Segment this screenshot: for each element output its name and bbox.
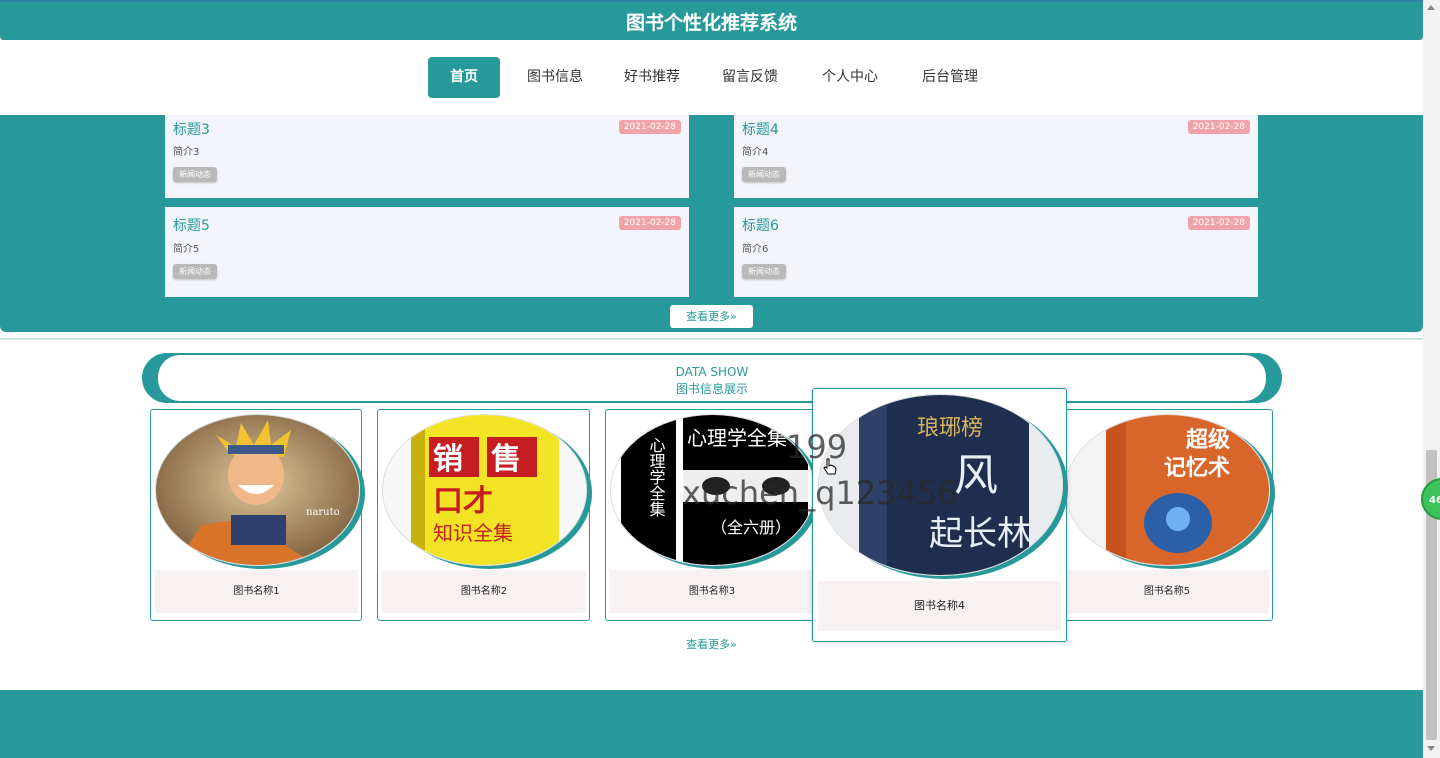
news-tag: 新闻动态 <box>742 264 786 279</box>
news-title[interactable]: 标题4 <box>742 119 779 139</box>
book-name[interactable]: 图书名称3 <box>610 570 814 613</box>
news-tag: 新闻动态 <box>173 167 217 182</box>
nav-item-home[interactable]: 首页 <box>428 57 500 98</box>
book-card[interactable]: naruto 图书名称1 <box>150 409 362 621</box>
site-title: 图书个性化推荐系统 <box>625 12 797 34</box>
data-show-title-en: DATA SHOW <box>675 365 749 379</box>
book-cover-text: 记忆术 <box>1164 455 1230 481</box>
news-title[interactable]: 标题6 <box>742 215 779 235</box>
main-nav: 首页 图书信息 好书推荐 留言反馈 个人中心 后台管理 <box>0 40 1423 115</box>
data-show-header-inner: DATA SHOW 图书信息展示 <box>158 355 1266 401</box>
nav-item-book-info[interactable]: 图书信息 <box>515 57 595 98</box>
section-divider <box>0 338 1423 340</box>
book-cover-text: 起长林 <box>929 514 1031 554</box>
book-cover-image[interactable]: 销 售 口才 知识全集 <box>382 414 587 566</box>
book-name[interactable]: 图书名称1 <box>155 570 358 613</box>
book-name[interactable]: 图书名称5 <box>1065 570 1269 613</box>
svg-text:超级: 超级 <box>1186 427 1230 453</box>
news-title[interactable]: 标题5 <box>173 215 210 235</box>
news-card[interactable]: 标题5 简介5 新闻动态 2021-02-28 <box>165 207 689 297</box>
news-card[interactable]: 标题3 简介3 新闻动态 2021-02-28 <box>165 115 689 198</box>
scroll-up-arrow-icon[interactable] <box>1427 5 1435 10</box>
top-accent-line <box>0 0 1423 2</box>
site-footer <box>0 690 1423 758</box>
book-cover-image[interactable]: 心理学全集 心理学全集 （全六册） <box>610 414 815 566</box>
book-card[interactable]: 超级 记忆术 图书名称5 <box>1060 409 1273 621</box>
page-scrollbar[interactable] <box>1423 0 1440 758</box>
nav-item-user-center[interactable]: 个人中心 <box>810 57 890 98</box>
news-more-button[interactable]: 查看更多» <box>670 305 753 328</box>
news-tag: 新闻动态 <box>742 167 786 182</box>
news-desc: 简介6 <box>742 244 769 255</box>
books-more-button[interactable]: 查看更多» <box>670 635 753 655</box>
data-show-header: DATA SHOW 图书信息展示 <box>142 353 1282 403</box>
news-desc: 简介5 <box>173 244 200 255</box>
book-name[interactable]: 图书名称2 <box>382 570 586 613</box>
book-cover-image[interactable]: naruto <box>155 414 360 566</box>
nav-item-feedback[interactable]: 留言反馈 <box>710 57 790 98</box>
date-badge: 2021-02-28 <box>1187 216 1250 230</box>
site-header: 图书个性化推荐系统 <box>0 0 1423 40</box>
news-desc: 简介4 <box>742 147 769 158</box>
nav-item-admin[interactable]: 后台管理 <box>910 57 990 98</box>
news-tag: 新闻动态 <box>173 264 217 279</box>
book-card[interactable]: 心理学全集 心理学全集 （全六册） 图书名称3 <box>605 409 818 621</box>
nav-item-recommend[interactable]: 好书推荐 <box>612 57 692 98</box>
book-cover-text: （全六册） <box>711 518 791 537</box>
book-card-hovered[interactable]: 琅琊榜 风 起长林 图书名称4 <box>812 388 1067 642</box>
book-cover-image[interactable]: 超级 记忆术 <box>1065 414 1270 566</box>
hand-pointer-cursor-icon <box>823 458 837 480</box>
svg-text:心理学全集: 心理学全集 <box>647 437 666 517</box>
scroll-down-arrow-icon[interactable] <box>1427 746 1435 751</box>
svg-text:琅琊榜: 琅琊榜 <box>917 416 983 441</box>
date-badge: 2021-02-28 <box>618 120 681 134</box>
date-badge: 2021-02-28 <box>618 216 681 230</box>
book-card[interactable]: 销 售 口才 知识全集 图书名称2 <box>377 409 590 621</box>
svg-text:心理学全集: 心理学全集 <box>687 426 787 450</box>
svg-text:风: 风 <box>954 450 998 501</box>
book-cover-text: naruto <box>306 507 340 518</box>
news-section: 标题3 简介3 新闻动态 2021-02-28 标题4 简介4 新闻动态 202… <box>0 115 1423 332</box>
news-desc: 简介3 <box>173 147 200 158</box>
news-card[interactable]: 标题6 简介6 新闻动态 2021-02-28 <box>734 207 1258 297</box>
svg-text:口才: 口才 <box>433 484 493 519</box>
book-cover-image[interactable]: 琅琊榜 风 起长林 <box>818 394 1063 576</box>
data-show-title-cn: 图书信息展示 <box>675 382 748 396</box>
svg-text:售: 售 <box>491 442 521 477</box>
book-name[interactable]: 图书名称4 <box>818 581 1061 631</box>
svg-text:销: 销 <box>433 442 463 477</box>
date-badge: 2021-02-28 <box>1187 120 1250 134</box>
book-cover-text: 知识全集 <box>433 521 513 545</box>
news-card[interactable]: 标题4 简介4 新闻动态 2021-02-28 <box>734 115 1258 198</box>
news-title[interactable]: 标题3 <box>173 119 210 139</box>
